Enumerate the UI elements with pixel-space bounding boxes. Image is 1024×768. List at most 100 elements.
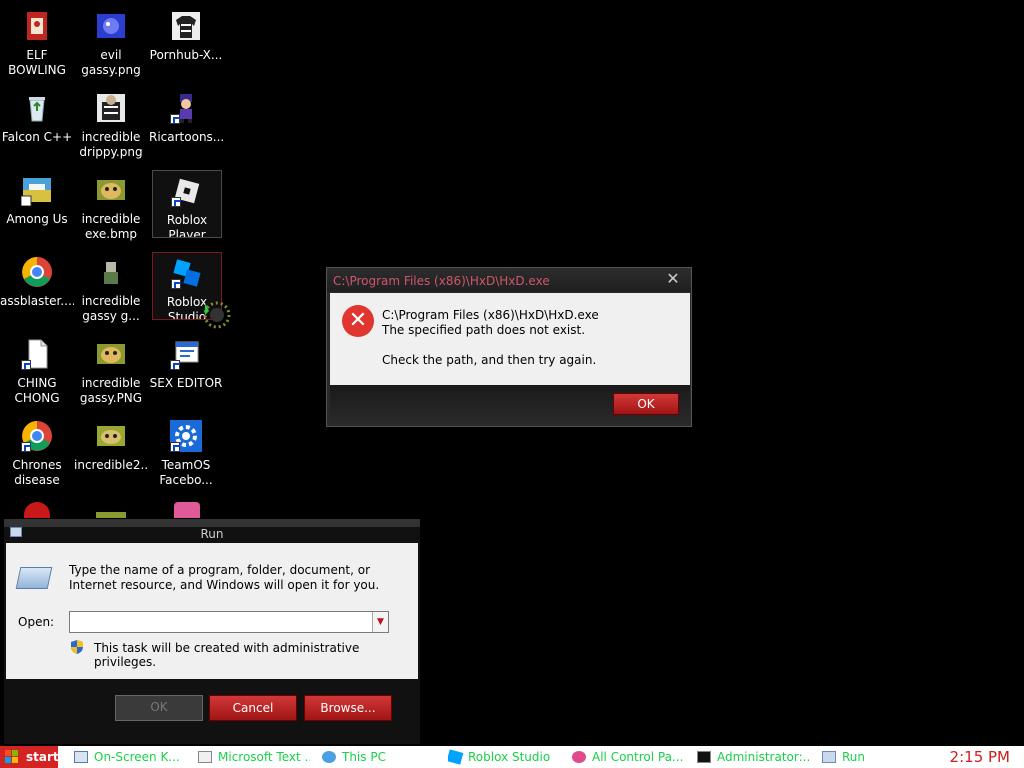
ok-button[interactable]: OK	[115, 695, 203, 721]
desktop-icon-label: incredible gassy.PNG	[79, 376, 143, 405]
desktop-icon-ricartoons[interactable]: Ricartoons...	[149, 88, 223, 145]
desktop-icon-evil-gassy[interactable]: evil gassy.png	[74, 6, 148, 78]
desktop-icon-partial[interactable]	[96, 512, 126, 518]
run-dialog-body: Type the name of a program, folder, docu…	[6, 543, 418, 679]
chrome-icon	[21, 420, 53, 452]
desktop-icon-label: incredible drippy.png	[79, 130, 143, 159]
start-button[interactable]: start	[0, 746, 59, 768]
desktop-icon-assblaster[interactable]: assblaster....	[0, 252, 74, 309]
run-dialog: Run Type the name of a program, folder, …	[4, 519, 420, 744]
image-file-icon	[95, 256, 127, 288]
desktop-icon-label: Chrones disease	[12, 458, 62, 487]
desktop-icon-label: Among Us	[6, 212, 68, 226]
browse-button[interactable]: Browse...	[304, 695, 392, 721]
shortcut-arrow-icon	[171, 279, 181, 289]
text-input-icon	[198, 750, 212, 763]
taskbar-item-roblox-studio[interactable]: Roblox Studio	[448, 746, 558, 768]
image-file-icon	[95, 92, 127, 124]
desktop-icon-incredible-gassy-g[interactable]: incredible gassy g...	[74, 252, 148, 324]
error-hint: Check the path, and then try again.	[382, 353, 597, 367]
run-icon	[822, 750, 836, 763]
desktop-icon-incredible-gassy-png[interactable]: incredible gassy.PNG	[74, 334, 148, 406]
run-dialog-title: Run	[200, 527, 224, 541]
sweater-image-icon	[170, 10, 202, 42]
taskbar-item-label: This PC	[342, 750, 386, 764]
taskbar-item-label: On-Screen K...	[94, 750, 180, 764]
desktop-icon-label: TeamOS Facebo...	[159, 458, 213, 487]
taskbar-item-administrator[interactable]: Administrator:...	[697, 746, 809, 768]
ok-button[interactable]: OK	[613, 393, 679, 415]
run-description: Type the name of a program, folder, docu…	[69, 563, 380, 592]
error-message: C:\Program Files (x86)\HxD\HxD.exe The s…	[382, 308, 599, 368]
editor-icon	[170, 338, 202, 370]
taskbar-item-all-control-panel[interactable]: All Control Pa...	[572, 746, 684, 768]
desktop-icon-falcon-cpp[interactable]: Falcon C++	[0, 88, 74, 145]
error-dialog-body: ✕ C:\Program Files (x86)\HxD\HxD.exe The…	[330, 293, 690, 385]
close-button[interactable]: ✕	[661, 269, 685, 289]
windows-logo-icon	[5, 750, 19, 764]
desktop-icon-label: CHING CHONG	[14, 376, 60, 405]
start-label: start	[26, 750, 59, 764]
desktop-icon-incredible-exe[interactable]: incredible exe.bmp	[74, 170, 148, 242]
elf-bowling-icon	[21, 10, 53, 42]
taskbar-item-run[interactable]: Run	[822, 746, 902, 768]
roblox-studio-icon	[171, 257, 203, 289]
desktop-icon-pornhub-x[interactable]: Pornhub-X...	[149, 6, 223, 63]
desktop-icon-ching-chong[interactable]: CHING CHONG	[0, 334, 74, 406]
desktop-icon-incredible-drippy[interactable]: incredible drippy.png	[74, 88, 148, 160]
taskbar-item-label: Run	[842, 750, 866, 764]
shortcut-arrow-icon	[21, 360, 31, 370]
character-icon	[170, 92, 202, 124]
shortcut-arrow-icon	[170, 114, 180, 124]
desktop-icon-partial[interactable]	[24, 502, 50, 518]
desktop-icon-label: incredible2....	[74, 458, 148, 472]
desktop-icon-roblox-studio[interactable]: Roblox Studio	[152, 252, 231, 329]
desktop-icon-roblox-player[interactable]: Roblox Player	[152, 170, 222, 238]
desktop-icon-elf-bowling[interactable]: ELF BOWLING	[0, 6, 74, 78]
cmd-icon	[697, 750, 711, 763]
desktop-icon-teamos-facebook[interactable]: TeamOS Facebo...	[149, 416, 223, 488]
error-path: C:\Program Files (x86)\HxD\HxD.exe	[382, 308, 599, 322]
taskbar-item-label: All Control Pa...	[592, 750, 684, 764]
error-dialog-title: C:\Program Files (x86)\HxD\HxD.exe	[327, 268, 691, 292]
error-icon: ✕	[342, 305, 374, 337]
chevron-down-icon[interactable]: ▼	[372, 612, 388, 632]
taskbar-clock[interactable]: 2:15 PM	[950, 746, 1010, 768]
shield-icon	[70, 639, 84, 655]
desktop-icon-incredible2[interactable]: incredible2....	[74, 416, 148, 473]
error-message-text: The specified path does not exist.	[382, 323, 586, 337]
image-file-icon	[95, 174, 127, 206]
roblox-player-icon	[171, 175, 203, 207]
taskbar-item-this-pc[interactable]: This PC	[322, 746, 422, 768]
document-icon	[21, 338, 53, 370]
run-program-icon	[15, 567, 53, 589]
open-input[interactable]	[69, 611, 389, 633]
desktop-icon-label: evil gassy.png	[81, 48, 141, 77]
taskbar-item-microsoft-text-input[interactable]: Microsoft Text ...	[198, 746, 310, 768]
desktop-icon-chrones-disease[interactable]: Chrones disease	[0, 416, 74, 488]
chrome-icon	[21, 256, 53, 288]
shortcut-arrow-icon	[171, 197, 181, 207]
error-dialog: C:\Program Files (x86)\HxD\HxD.exe ✕ ✕ C…	[326, 267, 692, 427]
desktop-icon-label: Pornhub-X...	[149, 48, 223, 62]
taskbar-item-label: Roblox Studio	[468, 750, 551, 764]
cancel-button[interactable]: Cancel	[209, 695, 297, 721]
image-file-icon	[95, 338, 127, 370]
taskbar: start On-Screen K... Microsoft Text ... …	[0, 746, 1024, 768]
desktop-icon-label: ELF BOWLING	[8, 48, 66, 77]
roblox-studio-icon	[448, 748, 464, 765]
desktop-icon-label: Roblox Player	[166, 213, 208, 237]
admin-note: This task will be created with administr…	[94, 641, 360, 669]
desktop-icon-among-us[interactable]: Among Us	[0, 170, 74, 227]
desktop-icon-sex-editor[interactable]: SEX EDITOR	[149, 334, 223, 391]
taskbar-item-on-screen-keyboard[interactable]: On-Screen K...	[74, 746, 184, 768]
shortcut-arrow-icon	[21, 442, 31, 452]
taskbar-item-label: Administrator:...	[717, 750, 809, 764]
computer-icon	[322, 750, 336, 763]
desktop-icon-partial[interactable]	[174, 502, 200, 518]
game-icon	[20, 174, 53, 207]
desktop-icon-label: incredible exe.bmp	[81, 212, 141, 241]
busy-cursor-icon	[203, 301, 231, 329]
run-dialog-frame	[4, 519, 420, 527]
image-file-icon	[95, 10, 127, 42]
